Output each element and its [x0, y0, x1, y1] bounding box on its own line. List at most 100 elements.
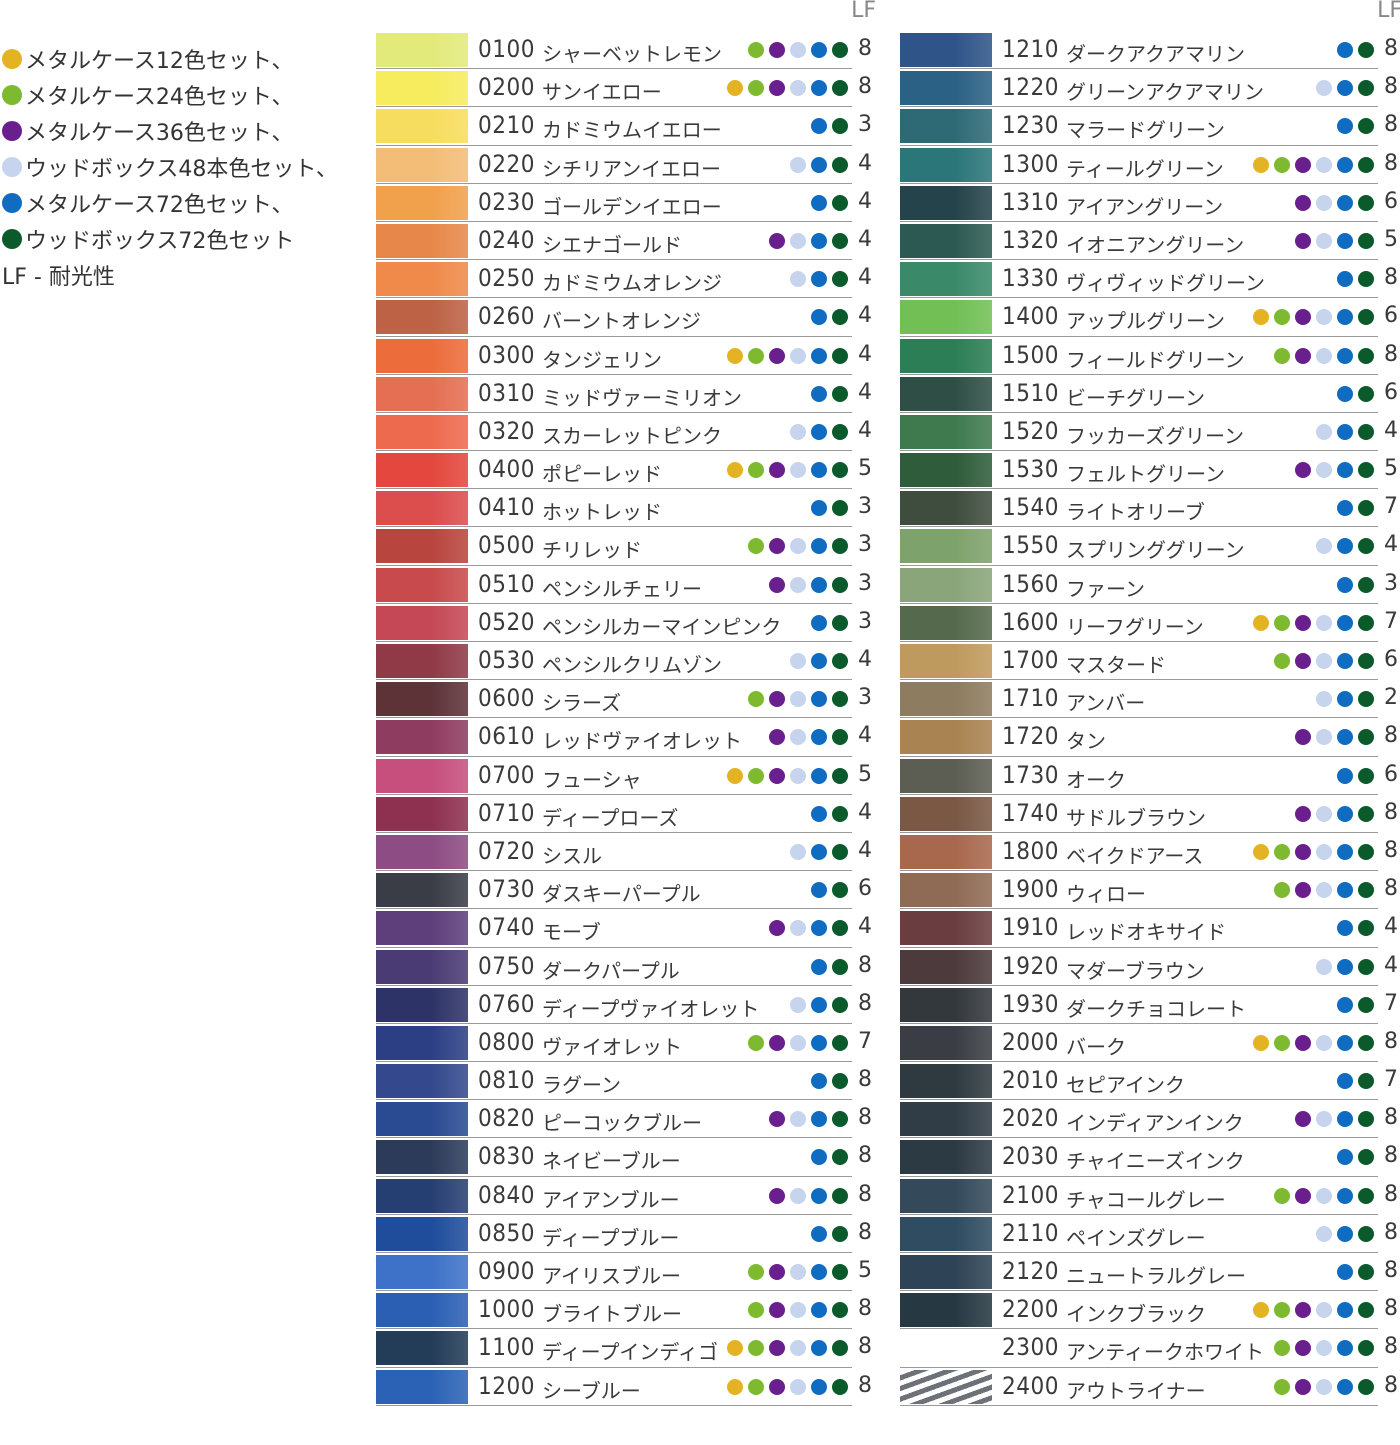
dark-dot-icon — [1358, 423, 1374, 440]
set-availability — [811, 1073, 848, 1090]
lightfastness-value: 5 — [1384, 456, 1398, 482]
color-code: 0850 — [478, 1218, 535, 1247]
set-availability — [811, 882, 848, 899]
color-code: 1920 — [1002, 951, 1059, 980]
blue-dot-icon — [1337, 1034, 1353, 1051]
color-swatch — [376, 71, 468, 106]
dark-dot-icon — [832, 1225, 848, 1242]
lightfastness-value: 8 — [858, 990, 872, 1016]
color-swatch — [376, 1102, 468, 1137]
color-swatch — [376, 414, 468, 449]
lightfastness-value: 8 — [1384, 1143, 1398, 1169]
color-name: ニュートラルグレー — [1066, 1264, 1246, 1288]
lightfastness-value: 5 — [858, 456, 872, 482]
green-dot-icon — [748, 80, 764, 97]
color-swatch — [900, 1369, 992, 1404]
lightfastness-value: 2 — [1384, 685, 1398, 711]
color-row: 1220 グリーンアクアマリン 8 — [900, 69, 1398, 108]
light-dot-icon — [790, 1302, 806, 1319]
color-row: 0710 ディープローズ 4 — [376, 795, 872, 833]
dark-dot-icon — [832, 576, 848, 593]
color-swatch — [900, 223, 992, 258]
column-header: LF — [376, 0, 876, 31]
green-dot-icon — [748, 1264, 764, 1280]
dark-dot-icon — [832, 462, 848, 479]
purple-dot-icon — [1295, 882, 1311, 899]
light-dot-icon — [790, 1264, 806, 1280]
set-availability — [748, 1302, 848, 1319]
color-list-right: LF 1210 ダークアクアマリン 8 1220 グリーンアクアマリン 8 1230 マラード… — [900, 0, 1400, 1406]
color-name: シエナゴールド — [542, 232, 682, 257]
set-availability — [811, 958, 848, 975]
light-dot-icon — [1316, 882, 1332, 899]
color-name: ホットレッド — [542, 500, 662, 525]
dark-dot-icon — [832, 232, 848, 249]
lightfastness-value: 8 — [1384, 112, 1398, 138]
dark-dot-icon — [832, 843, 848, 860]
blue-dot-icon — [2, 193, 22, 213]
lightfastness-value: 8 — [858, 1372, 872, 1398]
color-name: バーク — [1066, 1034, 1126, 1059]
set-availability — [1337, 767, 1374, 784]
color-row: 0810 ラグーン 8 — [376, 1062, 872, 1101]
light-dot-icon — [1316, 1225, 1332, 1242]
color-swatch — [376, 1025, 468, 1060]
set-availability — [1253, 1034, 1374, 1051]
purple-dot-icon — [1295, 1111, 1311, 1128]
color-name: ビーチグリーン — [1066, 385, 1205, 410]
color-row: 1720 タン 8 — [900, 718, 1398, 757]
dark-green-dot-icon — [2, 229, 22, 249]
green-dot-icon — [748, 767, 764, 784]
color-code: 2020 — [1002, 1104, 1059, 1133]
color-code: 1730 — [1002, 760, 1059, 789]
color-name: インクブラック — [1066, 1302, 1206, 1327]
lightfastness-header: LF — [851, 0, 876, 23]
color-swatch — [900, 567, 992, 602]
color-name: セピアインク — [1066, 1073, 1185, 1098]
blue-dot-icon — [811, 538, 827, 555]
light-dot-icon — [790, 347, 806, 364]
lightfastness-value: 8 — [1384, 74, 1398, 100]
color-name: ダークアクアマリン — [1066, 42, 1245, 66]
dark-dot-icon — [832, 156, 848, 173]
color-name: シーブルー — [542, 1378, 641, 1403]
color-row: 2110 ペインズグレー 8 — [900, 1215, 1398, 1253]
blue-dot-icon — [811, 118, 827, 135]
color-row: 2400 アウトライナー 8 — [900, 1368, 1398, 1406]
color-swatch — [900, 71, 992, 106]
color-name: ウィロー — [1066, 882, 1146, 907]
color-code: 2200 — [1002, 1295, 1059, 1324]
set-availability — [1337, 1149, 1374, 1166]
legend-label: メタルケース72色セット、 — [25, 193, 294, 218]
color-code: 0520 — [478, 607, 535, 636]
set-availability — [811, 385, 848, 402]
green-dot-icon — [1274, 1187, 1290, 1204]
blue-dot-icon — [811, 1111, 827, 1128]
lightfastness-value: 8 — [858, 1219, 872, 1245]
color-code: 1930 — [1002, 989, 1059, 1018]
color-name: シチリアンイエロー — [542, 156, 721, 181]
color-swatch — [376, 453, 468, 488]
light-dot-icon — [790, 996, 806, 1013]
color-code: 0730 — [478, 875, 535, 904]
color-name: カドミウムオレンジ — [542, 271, 722, 296]
blue-dot-icon — [1337, 194, 1353, 211]
set-availability — [748, 538, 848, 555]
color-code: 0210 — [478, 111, 535, 140]
light-dot-icon — [1316, 156, 1332, 173]
purple-dot-icon — [769, 1302, 785, 1319]
color-row: 1230 マラードグリーン 8 — [900, 107, 1398, 146]
color-swatch — [900, 682, 992, 717]
color-name: ディープインディゴ — [542, 1340, 718, 1365]
color-row: 0900 アイリスブルー 5 — [376, 1253, 872, 1292]
color-code: 1330 — [1002, 264, 1059, 293]
blue-dot-icon — [811, 1378, 827, 1395]
color-name: ヴィヴィッドグリーン — [1066, 271, 1265, 296]
set-availability — [1274, 1378, 1374, 1395]
color-name: タン — [1066, 729, 1106, 754]
lightfastness-value: 6 — [1384, 647, 1398, 672]
color-swatch — [376, 911, 468, 946]
color-swatch — [900, 376, 992, 411]
color-row: 1900 ウィロー 8 — [900, 871, 1398, 910]
yellow-dot-icon — [1253, 156, 1269, 173]
